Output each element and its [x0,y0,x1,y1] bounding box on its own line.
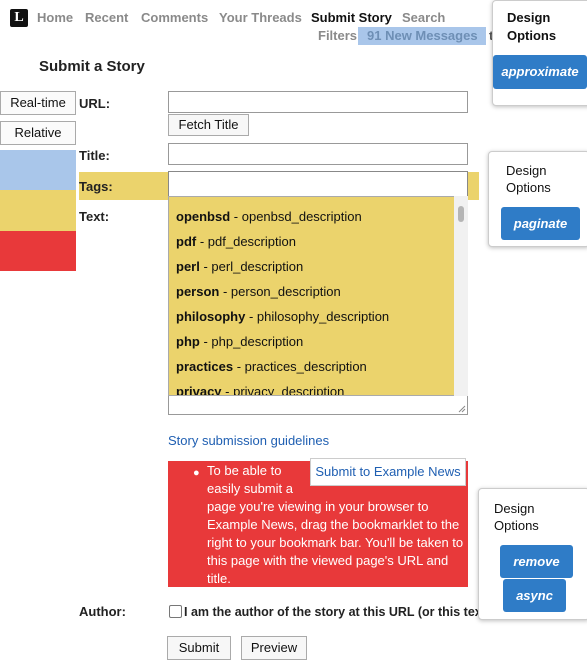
panel-title: Options [506,180,551,195]
author-checkbox-label[interactable]: I am the author of the story at this URL… [184,605,490,619]
tag-option[interactable]: person - person_description [176,284,341,299]
bookmarklet-link[interactable]: Submit to Example News [310,458,466,486]
swatch-red [0,231,76,271]
new-messages-badge[interactable]: 91 New Messages [358,27,486,45]
nav-recent[interactable]: Recent [85,10,128,25]
tag-option[interactable]: privacy - privacy_description [176,384,344,395]
nav-submit-story[interactable]: Submit Story [311,10,392,25]
text-label: Text: [79,209,110,224]
tag-option[interactable]: pdf - pdf_description [176,234,296,249]
nav-home[interactable]: Home [37,10,73,25]
notice-line: title. [207,571,231,586]
dropdown-scroll-thumb[interactable] [458,206,464,222]
nav-your-threads[interactable]: Your Threads [219,10,302,25]
realtime-button[interactable]: Real-time [0,91,76,115]
tag-option[interactable]: openbsd - openbsd_description [176,209,362,224]
tags-dropdown[interactable]: openbsd - openbsd_description pdf - pdf_… [168,196,468,396]
fetch-title-button[interactable]: Fetch Title [168,114,249,136]
nav-filters[interactable]: Filters [318,28,357,43]
tag-option[interactable]: php - php_description [176,334,303,349]
panel-title: Options [494,518,539,533]
swatch-yellow [0,190,76,231]
url-input[interactable] [168,91,468,113]
nav-comments[interactable]: Comments [141,10,208,25]
nav-search[interactable]: Search [402,10,445,25]
notice-line: right to your bookmark bar. You'll be ta… [207,535,464,550]
tags-input[interactable] [168,171,468,197]
tag-option[interactable]: perl - perl_description [176,259,303,274]
title-input[interactable] [168,143,468,165]
approximate-button[interactable]: approximate [493,55,587,89]
title-label: Title: [79,148,110,163]
author-checkbox[interactable] [169,605,182,618]
guidelines-link[interactable]: Story submission guidelines [168,433,329,448]
paginate-button[interactable]: paginate [501,207,580,240]
swatch-blue [0,150,76,190]
design-options-panel: Design Options remove async [478,488,587,620]
async-button[interactable]: async [503,579,566,612]
preview-button[interactable]: Preview [241,636,307,660]
panel-title: Design [506,163,547,178]
panel-title: Options [507,28,557,43]
notice-line: easily submit a [207,481,293,496]
site-logo[interactable]: L [10,9,28,27]
dropdown-scrollbar[interactable] [454,196,468,396]
resize-handle-icon[interactable] [458,405,466,413]
tag-option[interactable]: philosophy - philosophy_description [176,309,389,324]
remove-button[interactable]: remove [500,545,573,578]
tag-option[interactable]: practices - practices_description [176,359,367,374]
notice-line: To be able to [207,463,282,478]
notice-line: this page with the viewed page's URL and [207,553,449,568]
page-title: Submit a Story [39,58,145,75]
notice-line: Example News, drag the bookmarklet to th… [207,517,460,532]
notice-line: page you're viewing in your browser to [207,499,429,514]
design-options-panel: Design Options approximate [492,0,587,106]
panel-title: Design [507,10,551,25]
tags-label: Tags: [79,179,113,194]
panel-title: Design [494,501,535,516]
url-label: URL: [79,96,111,111]
author-label: Author: [79,604,126,619]
relative-button[interactable]: Relative [0,121,76,145]
design-options-panel: Design Options paginate [488,151,587,247]
submit-button[interactable]: Submit [167,636,231,660]
bullet-icon: ● [193,467,200,479]
